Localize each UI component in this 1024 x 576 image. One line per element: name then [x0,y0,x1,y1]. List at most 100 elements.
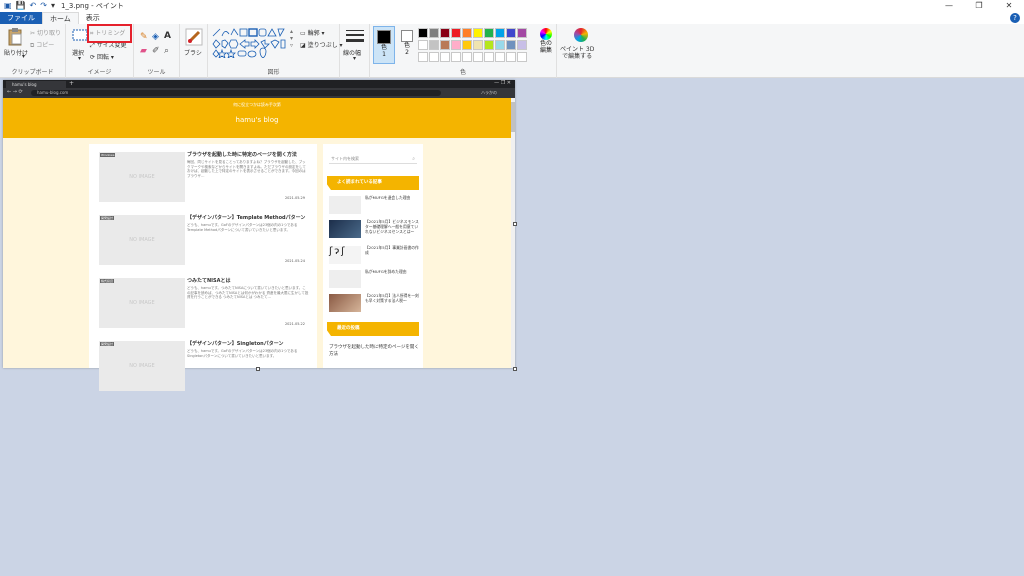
maximize-button[interactable]: ❐ [964,0,994,12]
paste-icon[interactable] [7,28,23,46]
post-title: つみたてNISAとは [187,278,231,284]
rotate-button[interactable]: ⟳ 回転 ▾ [90,52,114,61]
shapes-group: ▴ ▾ ▿ ▭ 輪郭 ▾ ◪ 塗りつぶし ▾ 図形 [208,24,343,78]
color1-button[interactable]: 色 1 [373,26,395,64]
post-title: 【デザインパターン】Singletonパターン [187,341,284,347]
palette-custom-swatch[interactable] [473,52,483,62]
search-icon: ⌕ [412,156,415,162]
text-tool-icon[interactable]: A [164,31,171,41]
post-category: Windows [100,153,116,157]
palette-color-swatch[interactable] [451,28,461,38]
post-title: 【デザインパターン】Template Methodパターン [187,215,306,221]
palette-color-swatch[interactable] [418,28,428,38]
paint3d-icon[interactable] [574,28,588,42]
post-list: NO IMAGE Windows ブラウザを起動した時に特定のページを開く方法 毎… [89,144,317,391]
tab-home[interactable]: ホーム [42,12,79,24]
palette-color-swatch[interactable] [473,40,483,50]
palette-color-swatch[interactable] [473,28,483,38]
line-width-icon[interactable] [346,29,364,45]
customize-quick-access-icon[interactable]: ▾ [51,1,55,11]
save-icon[interactable]: 💾 [16,1,26,11]
post-date: 2021.05.22 [284,322,305,326]
palette-color-swatch[interactable] [451,40,461,50]
ribbon: 貼り付け ▾ ✂ 切り取り ⧉ コピー クリップボード 選択 ▾ ⌗ トリミング… [0,24,1024,78]
resize-handle-right[interactable] [513,222,517,226]
redo-icon[interactable]: ↷ [40,1,47,11]
brush-button[interactable]: ブラシ [184,48,202,57]
popular-thumbnail [329,270,361,288]
browser-window-controls: — ❐ ✕ [494,80,511,86]
shape-fill-button[interactable]: ◪ 塗りつぶし ▾ [300,40,343,49]
palette-color-swatch[interactable] [495,28,505,38]
undo-icon[interactable]: ↶ [30,1,37,11]
file-menu[interactable]: ファイル [0,12,42,24]
popular-thumbnail [329,294,361,312]
palette-color-swatch[interactable] [429,28,439,38]
popular-title: 【2021年5月】ビジネスモンスター基礎理解へ一般を用意ていれないビジネスセンス… [365,219,419,234]
canvas-image[interactable]: hamu's blog + — ❐ ✕ ← → ⟳ hamu-blog.com … [3,80,515,391]
palette-color-swatch[interactable] [517,40,527,50]
color-picker-icon[interactable]: ✐ [152,46,160,56]
cut-button[interactable]: ✂ 切り取り [30,28,61,37]
palette-custom-swatch[interactable] [462,52,472,62]
color-wheel-icon [540,28,552,40]
post-category: 開発設計 [100,342,115,346]
palette-color-swatch[interactable] [506,28,516,38]
color2-button[interactable]: 色 2 [398,26,416,64]
blog-sidebar: サイト内を検索 ⌕ よく読まれている記事 私がMUFGを退会した理由 【2021年… [323,144,423,368]
palette-color-swatch[interactable] [506,40,516,50]
palette-custom-swatch[interactable] [440,52,450,62]
palette-custom-swatch[interactable] [484,52,494,62]
tools-group-label: ツール [147,69,166,76]
post-thumbnail: NO IMAGE 開発設計 [99,341,185,391]
pencil-icon[interactable]: ✎ [140,32,148,42]
resize-handle-corner[interactable] [513,367,517,371]
popular-title: 【2021年5月】法人所得を一刻も早く対策する法人税〜 [365,293,419,303]
new-tab-icon: + [69,80,75,87]
shape-outline-button[interactable]: ▭ 輪郭 ▾ [300,28,325,37]
palette-custom-swatch[interactable] [418,52,428,62]
popular-title: 私がMUFGを退会した理由 [365,195,411,200]
close-button[interactable]: ✕ [994,0,1024,12]
palette-custom-swatch[interactable] [517,52,527,62]
palette-color-swatch[interactable] [429,40,439,50]
eraser-icon[interactable]: ▰ [140,46,147,56]
palette-color-swatch[interactable] [484,28,494,38]
minimize-button[interactable]: — [934,0,964,12]
line-width-button[interactable]: 線の幅 [343,48,361,57]
copy-button[interactable]: ⧉ コピー [30,40,54,50]
palette-color-swatch[interactable] [484,40,494,50]
resize-handle-bottom[interactable] [256,367,260,371]
shapes-group-label: 図形 [267,69,280,76]
browser-toolbar: ← → ⟳ hamu-blog.com ハラかの [3,88,515,98]
palette-color-swatch[interactable] [517,28,527,38]
clipboard-group: 貼り付け ▾ ✂ 切り取り ⧉ コピー クリップボード [0,24,66,78]
brush-icon[interactable] [185,28,203,46]
palette-color-swatch[interactable] [440,28,450,38]
popular-title: 【2021年5月】事業計画書の作成 [365,245,419,255]
palette-color-swatch[interactable] [462,28,472,38]
palette-custom-swatch[interactable] [506,52,516,62]
shapes-gallery[interactable] [212,28,290,58]
popular-item: 私がMUFGを退会した理由 [329,195,419,214]
post-item: NO IMAGE 株式投資 つみたてNISAとは どうも、hamuです。つみたてN… [99,278,311,338]
blog-name: hamu's blog [235,116,279,124]
palette-custom-swatch[interactable] [429,52,439,62]
palette-color-swatch[interactable] [495,40,505,50]
window-title: 1_3.png - ペイント [60,2,124,10]
browser-tabstrip: hamu's blog + — ❐ ✕ [3,80,515,88]
palette-color-swatch[interactable] [440,40,450,50]
select-icon[interactable] [72,29,88,41]
tab-view[interactable]: 表示 [79,12,107,24]
edit-with-paint3d-button[interactable]: ペイント 3D で編集する [560,46,594,60]
post-title: ブラウザを起動した時に特定のページを開く方法 [187,152,297,158]
palette-color-swatch[interactable] [462,40,472,50]
palette-custom-swatch[interactable] [495,52,505,62]
edit-colors-button[interactable]: 色の 編集 [536,28,556,62]
help-icon[interactable]: ? [1010,13,1020,23]
palette-color-swatch[interactable] [418,40,428,50]
palette-custom-swatch[interactable] [451,52,461,62]
fill-bucket-icon[interactable]: ◈ [152,32,159,42]
color2-swatch [401,30,413,42]
magnifier-icon[interactable]: ⌕ [164,46,169,56]
